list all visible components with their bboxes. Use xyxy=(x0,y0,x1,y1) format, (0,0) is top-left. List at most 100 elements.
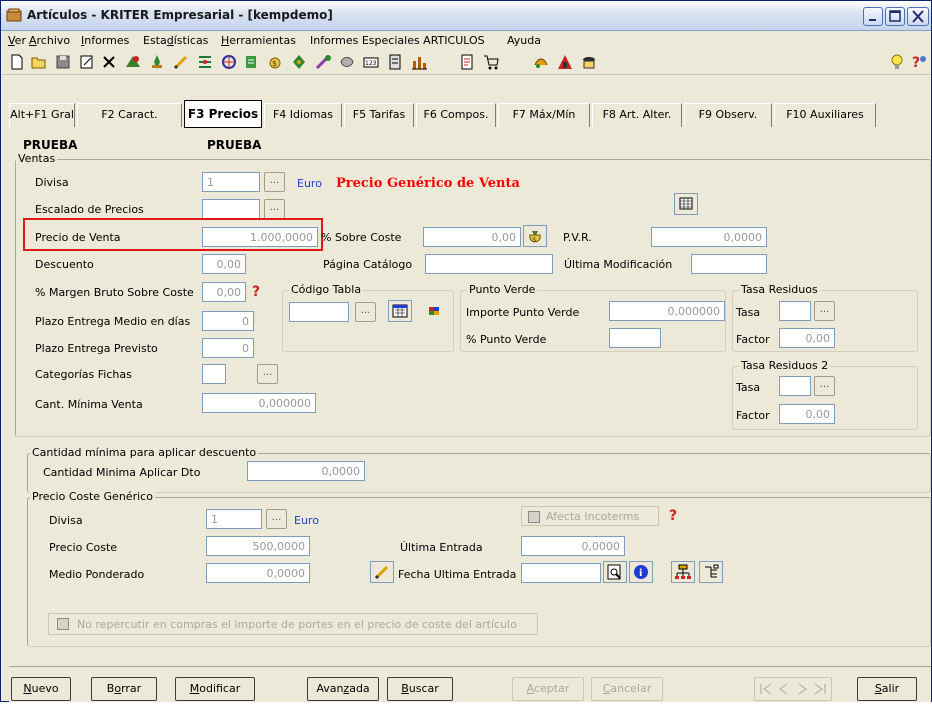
divisa-field[interactable]: 1 xyxy=(202,172,260,192)
color-flag-icon xyxy=(429,307,439,315)
pvr-field[interactable]: 0,0000 xyxy=(651,227,767,247)
tasa-residuos-factor-field[interactable]: 0,00 xyxy=(779,328,835,348)
afecta-incoterms-check-box[interactable] xyxy=(528,511,540,523)
title-bar[interactable]: Artículos - KRITER Empresarial - [kempde… xyxy=(1,1,931,31)
menu-ayuda[interactable]: Ayuda xyxy=(507,34,541,47)
tasa-residuos2-factor-field[interactable]: 0,00 xyxy=(779,404,835,424)
pagina-catalogo-field[interactable] xyxy=(425,254,553,274)
importe-punto-verde-field[interactable]: 0,000000 xyxy=(609,301,725,321)
lightbulb-icon[interactable] xyxy=(888,53,906,71)
preview-button[interactable] xyxy=(603,561,627,583)
edit-coste-button[interactable] xyxy=(370,561,394,583)
phone-icon[interactable] xyxy=(580,53,598,71)
sobre-coste-field[interactable]: 0,00 xyxy=(423,227,521,247)
tab-observaciones[interactable]: F9 Observ. xyxy=(684,103,772,127)
descuento-field[interactable]: 0,00 xyxy=(202,254,246,274)
medio-ponderado-field[interactable]: 0,0000 xyxy=(206,563,310,583)
report-icon[interactable] xyxy=(458,53,476,71)
open-folder-icon[interactable] xyxy=(30,53,48,71)
margen-field[interactable]: 0,00 xyxy=(202,282,246,302)
tasa-residuos-lookup-button[interactable]: ... xyxy=(814,301,835,321)
coste-divisa-lookup-button[interactable]: ... xyxy=(266,509,287,529)
no-repercutir-check-box[interactable] xyxy=(57,618,69,630)
fecha-ultima-entrada-field[interactable] xyxy=(521,563,601,583)
save-icon[interactable] xyxy=(54,53,72,71)
precio-coste-field[interactable]: 500,0000 xyxy=(206,536,310,556)
aceptar-button[interactable]: Aceptar xyxy=(512,677,584,701)
tab-auxiliares[interactable]: F10 Auxiliares xyxy=(774,103,876,127)
calculator-icon[interactable]: 123 xyxy=(362,53,380,71)
menu-estadisticas[interactable]: Estadísticas xyxy=(143,34,208,47)
tool-icon-4[interactable] xyxy=(220,53,238,71)
nuevo-button[interactable]: Nuevo xyxy=(11,677,71,701)
tasa-residuos2-lookup-button[interactable]: ... xyxy=(814,376,835,396)
help-icon[interactable]: ? xyxy=(910,53,928,71)
menu-informes-especiales[interactable]: Informes Especiales ARTICULOS xyxy=(310,34,485,47)
delete-icon[interactable] xyxy=(100,53,118,71)
tool-icon-2[interactable] xyxy=(148,53,166,71)
tab-idiomas[interactable]: F4 Idiomas xyxy=(264,103,342,127)
tool-icon-11[interactable] xyxy=(556,53,574,71)
minimize-button[interactable] xyxy=(863,7,883,26)
tool-icon-7[interactable] xyxy=(314,53,332,71)
tasa-residuos-field[interactable] xyxy=(779,301,811,321)
tool-icon-5[interactable] xyxy=(242,53,260,71)
escalado-field[interactable] xyxy=(202,199,260,219)
categorias-lookup-button[interactable]: ... xyxy=(257,364,278,384)
menu-archivo[interactable]: Archivo xyxy=(29,34,70,47)
plazo-medio-field[interactable]: 0 xyxy=(202,311,254,331)
tool-icon-9[interactable] xyxy=(386,53,404,71)
divisa-lookup-button[interactable]: ... xyxy=(264,172,285,192)
tool-icon-1[interactable] xyxy=(124,53,142,71)
tool-icon-10[interactable] xyxy=(532,53,550,71)
maximize-button[interactable] xyxy=(885,7,905,26)
no-repercutir-checkbox[interactable]: No repercutir en compras el importe de p… xyxy=(48,613,538,635)
tasa-residuos2-field[interactable] xyxy=(779,376,811,396)
tab-composicion[interactable]: F6 Compos. xyxy=(416,103,496,127)
info-button[interactable]: i xyxy=(629,561,653,583)
plazo-previsto-field[interactable]: 0 xyxy=(202,338,254,358)
menu-ver[interactable]: Ver xyxy=(8,34,26,47)
calendar-button[interactable] xyxy=(388,300,412,322)
tab-caracteristicas[interactable]: F2 Caract. xyxy=(77,103,182,127)
money-icon[interactable]: $ xyxy=(266,53,284,71)
tool-icon-8[interactable] xyxy=(338,53,356,71)
tab-max-min[interactable]: F7 Máx/Mín xyxy=(498,103,590,127)
avanzada-button[interactable]: Avanzada xyxy=(307,677,379,701)
ultima-modificacion-field[interactable] xyxy=(691,254,767,274)
categorias-field[interactable] xyxy=(202,364,226,384)
ultima-entrada-field[interactable]: 0,0000 xyxy=(521,536,625,556)
tab-articulos-alternativos[interactable]: F8 Art. Alter. xyxy=(592,103,682,127)
tab-precios[interactable]: F3 Precios xyxy=(184,100,262,128)
menu-informes[interactable]: Informes xyxy=(81,34,129,47)
tab-general[interactable]: Alt+F1 Gral xyxy=(9,103,75,127)
cancelar-button[interactable]: Cancelar xyxy=(591,677,663,701)
edit-icon[interactable] xyxy=(78,53,96,71)
cant-minima-field[interactable]: 0,000000 xyxy=(202,393,316,413)
coste-divisa-field[interactable]: 1 xyxy=(206,509,262,529)
afecta-incoterms-checkbox[interactable]: Afecta Incoterms xyxy=(521,506,659,526)
tree-button[interactable] xyxy=(699,561,723,583)
pct-punto-verde-field[interactable] xyxy=(609,328,661,348)
codigo-tabla-field[interactable] xyxy=(289,302,349,322)
cart-icon[interactable] xyxy=(482,53,500,71)
tab-tarifas[interactable]: F5 Tarifas xyxy=(344,103,414,127)
pencil-icon[interactable] xyxy=(172,53,190,71)
new-document-icon[interactable] xyxy=(8,53,26,71)
cantidad-minima-dto-field[interactable]: 0,0000 xyxy=(247,461,365,481)
salir-button[interactable]: Salir xyxy=(857,677,917,701)
borrar-button[interactable]: Borrar xyxy=(91,677,157,701)
tool-icon-6[interactable] xyxy=(290,53,308,71)
menu-herramientas[interactable]: Herramientas xyxy=(221,34,296,47)
buscar-button[interactable]: Buscar xyxy=(387,677,453,701)
calcular-coste-button[interactable]: $ xyxy=(523,225,547,247)
modificar-button[interactable]: Modificar xyxy=(175,677,255,701)
escalado-lookup-button[interactable]: ... xyxy=(264,199,285,219)
no-repercutir-label: No repercutir en compras el importe de p… xyxy=(77,618,517,631)
tool-icon-3[interactable] xyxy=(196,53,214,71)
close-button[interactable] xyxy=(907,7,929,26)
codigo-tabla-lookup-button[interactable]: ... xyxy=(355,302,376,322)
grid-table-button[interactable] xyxy=(674,193,698,215)
bar-chart-icon[interactable] xyxy=(410,53,428,71)
hierarchy-button[interactable] xyxy=(671,561,695,583)
